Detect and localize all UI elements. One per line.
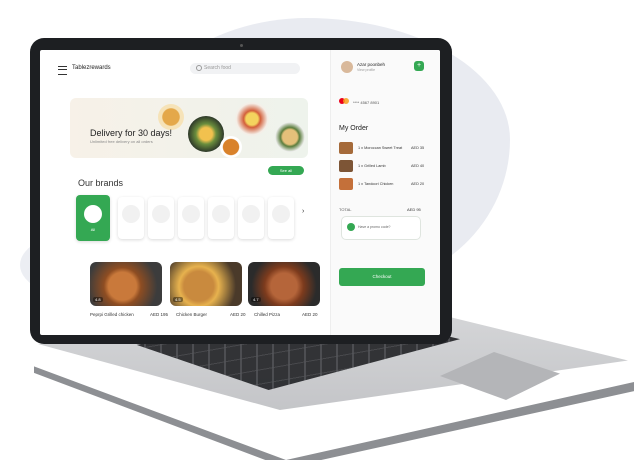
banner-title: Delivery for 30 days! xyxy=(90,128,173,138)
brand-card[interactable] xyxy=(148,197,174,239)
search-icon xyxy=(196,65,202,71)
promo-text: Have a promo code? xyxy=(358,225,391,229)
brand-card[interactable] xyxy=(238,197,264,239)
brand-logo xyxy=(242,205,260,223)
checkout-button[interactable]: Checkout xyxy=(339,268,425,286)
food-image xyxy=(158,104,184,130)
payment-card[interactable]: **** 4567 8901 xyxy=(339,95,434,109)
brand-card-all[interactable]: All xyxy=(76,195,110,241)
order-item-name: 1 x Moroccan Sweet Treat xyxy=(358,146,403,150)
see-all-button[interactable]: See all xyxy=(268,166,304,175)
banner-subtitle: Unlimited free delivery on all orders xyxy=(90,139,153,144)
search-input[interactable]: Search food xyxy=(190,63,300,74)
rating-badge: 4.7 xyxy=(251,297,261,302)
food-item-name: Peprpi Grilled chicken xyxy=(90,312,134,317)
food-item-price: AED 20 xyxy=(230,312,246,317)
promo-code-field[interactable]: Have a promo code? xyxy=(341,216,421,240)
card-number: **** 4567 8901 xyxy=(353,100,380,105)
brand-card[interactable] xyxy=(118,197,144,239)
app-brand: Tablezrewards xyxy=(72,65,111,71)
order-item-price: AED 40 xyxy=(411,164,425,168)
order-item-name: 1 x Grilled Lamb xyxy=(358,164,386,168)
promo-banner[interactable]: Delivery for 30 days! Unlimited free del… xyxy=(70,98,308,158)
brand-logo xyxy=(212,205,230,223)
menu-icon[interactable] xyxy=(58,66,67,75)
add-button[interactable]: + xyxy=(414,61,424,71)
food-image xyxy=(275,122,305,152)
order-thumb xyxy=(339,160,353,172)
order-row[interactable]: 1 x Tandoori Chicken AED 20 xyxy=(339,178,434,192)
brand-logo xyxy=(182,205,200,223)
user-subtitle: View profile xyxy=(357,68,376,72)
search-placeholder: Search food xyxy=(204,65,231,71)
total-label: TOTAL xyxy=(339,207,352,212)
order-row[interactable]: 1 x Grilled Lamb AED 40 xyxy=(339,160,434,174)
order-panel: Azar poonbeh View profile + **** 4567 89… xyxy=(330,50,440,335)
camera-icon xyxy=(240,44,243,47)
brand-card[interactable] xyxy=(268,197,294,239)
food-item-price: AED 195 xyxy=(150,312,169,317)
tag-icon xyxy=(347,223,355,231)
order-thumb xyxy=(339,142,353,154)
app-screen: Tablezrewards Search food Delivery for 3… xyxy=(40,50,440,335)
brand-card[interactable] xyxy=(178,197,204,239)
user-name: Azar poonbeh xyxy=(357,62,386,67)
brand-logo xyxy=(152,205,170,223)
total-value: AED 95 xyxy=(407,207,421,212)
order-title: My Order xyxy=(339,125,369,132)
brand-card[interactable] xyxy=(208,197,234,239)
rating-badge: 4.8 xyxy=(93,297,103,302)
chevron-right-icon[interactable]: › xyxy=(302,208,304,215)
food-item-name: Chicken Burger xyxy=(176,312,208,317)
food-image xyxy=(188,116,224,152)
rating-badge: 4.5 xyxy=(173,297,183,302)
brand-logo xyxy=(272,205,290,223)
order-item-price: AED 20 xyxy=(411,182,425,186)
food-item-price: AED 20 xyxy=(302,312,318,317)
section-title-brands: Our brands xyxy=(78,178,124,188)
food-image xyxy=(220,136,242,158)
avatar[interactable] xyxy=(341,61,353,73)
order-row[interactable]: 1 x Moroccan Sweet Treat AED 35 xyxy=(339,142,434,156)
mastercard-icon xyxy=(339,98,349,104)
food-item-name: Chilled Pizza xyxy=(254,312,281,317)
order-thumb xyxy=(339,178,353,190)
brand-card-label: All xyxy=(90,227,96,232)
order-item-price: AED 35 xyxy=(411,146,425,150)
brand-logo xyxy=(84,205,102,223)
order-item-name: 1 x Tandoori Chicken xyxy=(358,182,394,186)
food-image xyxy=(235,102,269,136)
top-bar: Tablezrewards Search food xyxy=(40,50,330,90)
brand-logo xyxy=(122,205,140,223)
